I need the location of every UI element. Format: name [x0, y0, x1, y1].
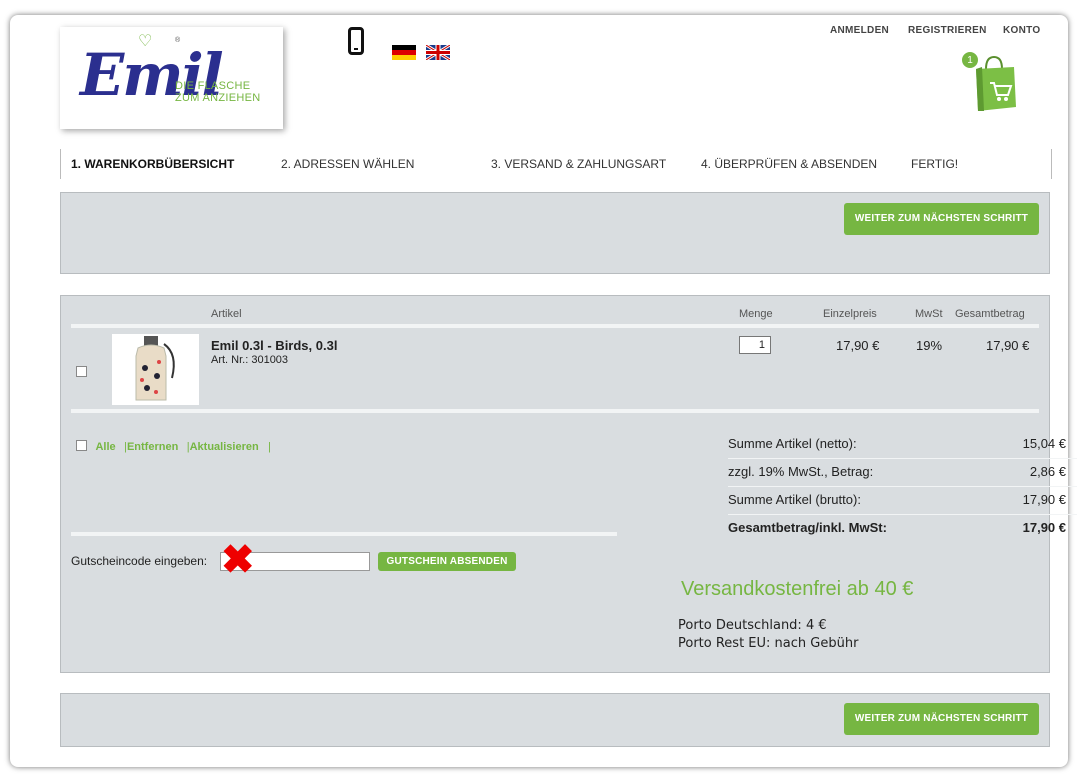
- logo[interactable]: Emil ♡ ® DIE FLASCHE ZUM ANZIEHEN: [60, 27, 283, 129]
- column-quantity: Menge: [739, 308, 773, 320]
- totals-row-gross: Summe Artikel (brutto): 17,90 €: [728, 486, 1077, 515]
- totals-value: 17,90 €: [1022, 520, 1066, 535]
- step-addresses[interactable]: 2. ADRESSEN WÄHLEN: [281, 157, 414, 171]
- select-all-checkbox[interactable]: [76, 440, 87, 452]
- logo-tagline: DIE FLASCHE ZUM ANZIEHEN: [175, 80, 261, 104]
- flag-germany-icon[interactable]: [392, 45, 416, 60]
- totals-label: Gesamtbetrag/inkl. MwSt:: [728, 520, 887, 535]
- totals-label: zzgl. 19% MwSt., Betrag:: [728, 464, 874, 479]
- next-step-button-top[interactable]: WEITER ZUM NÄCHSTEN SCHRITT: [844, 203, 1039, 235]
- step-done[interactable]: FERTIG!: [911, 157, 958, 171]
- totals-value: 2,86 €: [1029, 464, 1066, 479]
- cart-actions: Alle |Entfernen |Aktualisieren |: [76, 437, 272, 453]
- vat-rate: 19%: [916, 338, 943, 353]
- item-select-checkbox[interactable]: [76, 366, 87, 377]
- remove-link[interactable]: Entfernen: [127, 441, 178, 453]
- select-all-link[interactable]: Alle: [95, 441, 115, 453]
- totals-row-net: Summe Artikel (netto): 15,04 €: [728, 430, 1077, 459]
- heart-icon: ♡: [138, 33, 153, 50]
- totals-value: 15,04 €: [1022, 436, 1066, 451]
- bottle-icon: [135, 336, 175, 401]
- action-divider: |: [268, 441, 272, 453]
- logo-registered-mark: ®: [175, 37, 181, 44]
- shipping-rest-eu: Porto Rest EU: nach Gebühr: [678, 636, 859, 651]
- login-link[interactable]: ANMELDEN: [830, 25, 889, 36]
- column-unit-price: Einzelpreis: [823, 308, 877, 320]
- free-shipping-headline: Versandkostenfrei ab 40 €: [681, 578, 914, 600]
- table-row: Emil 0.3l - Birds, 0.3l Art. Nr.: 301003…: [61, 332, 1049, 408]
- smartphone-icon[interactable]: [348, 27, 364, 55]
- logo-tagline-line1: DIE FLASCHE: [175, 80, 251, 92]
- column-vat: MwSt: [915, 308, 943, 320]
- flag-uk-icon[interactable]: [426, 45, 450, 60]
- step-shipping-payment[interactable]: 3. VERSAND & ZAHLUNGSART: [491, 157, 666, 171]
- step-review-submit[interactable]: 4. ÜBERPRÜFEN & ABSENDEN: [701, 157, 877, 171]
- totals-label: Summe Artikel (netto):: [728, 436, 857, 451]
- register-link[interactable]: REGISTRIEREN: [908, 25, 987, 36]
- submit-coupon-button[interactable]: GUTSCHEIN ABSENDEN: [378, 552, 516, 571]
- coupon-label: Gutscheincode eingeben:: [71, 554, 208, 568]
- bottom-action-panel: WEITER ZUM NÄCHSTEN SCHRITT: [60, 693, 1050, 747]
- page-frame: Emil ♡ ® DIE FLASCHE ZUM ANZIEHEN ANMELD…: [10, 15, 1077, 767]
- shipping-germany: Porto Deutschland: 4 €: [678, 618, 827, 633]
- column-article: Artikel: [211, 308, 242, 320]
- line-total: 17,90 €: [986, 338, 1030, 353]
- close-icon: ✖: [221, 538, 255, 582]
- totals-row-grand-total: Gesamtbetrag/inkl. MwSt: 17,90 €: [728, 514, 1077, 542]
- top-action-panel: WEITER ZUM NÄCHSTEN SCHRITT: [60, 192, 1050, 274]
- checkout-steps: 1. WARENKORBÜBERSICHT 2. ADRESSEN WÄHLEN…: [60, 149, 1052, 179]
- cart-count-badge: 1: [961, 51, 979, 69]
- coupon-separator: [71, 532, 617, 536]
- product-image[interactable]: [112, 334, 199, 405]
- totals-value: 17,90 €: [1022, 492, 1066, 507]
- quantity-input[interactable]: 1: [739, 336, 771, 354]
- column-total: Gesamtbetrag: [955, 308, 1025, 320]
- article-number: Art. Nr.: 301003: [211, 354, 289, 366]
- totals-row-vat: zzgl. 19% MwSt., Betrag: 2,86 €: [728, 458, 1077, 487]
- unit-price: 17,90 €: [836, 338, 880, 353]
- logo-tagline-line2: ZUM ANZIEHEN: [175, 92, 261, 104]
- table-separator: [71, 324, 1039, 328]
- cart-panel: Artikel Menge Einzelpreis MwSt Gesamtbet…: [60, 295, 1077, 673]
- table-separator: [71, 409, 1039, 413]
- next-step-button-bottom[interactable]: WEITER ZUM NÄCHSTEN SCHRITT: [844, 703, 1039, 735]
- step-cart-overview[interactable]: 1. WARENKORBÜBERSICHT: [71, 157, 234, 171]
- totals-label: Summe Artikel (brutto):: [728, 492, 861, 507]
- flag-uk-graphic: [426, 45, 450, 60]
- account-link[interactable]: KONTO: [1003, 25, 1040, 36]
- product-name[interactable]: Emil 0.3l - Birds, 0.3l: [211, 338, 337, 353]
- update-link[interactable]: Aktualisieren: [190, 441, 259, 453]
